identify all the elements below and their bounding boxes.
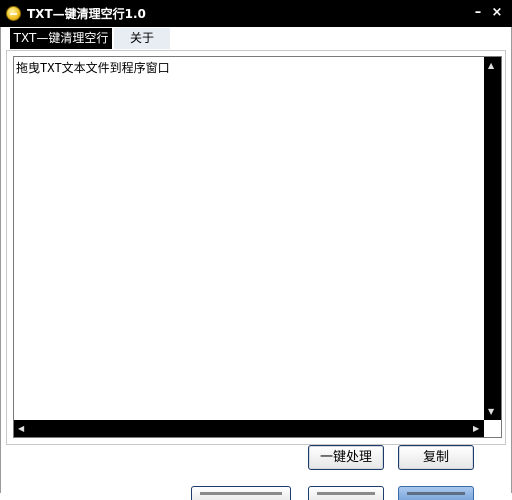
clipped-button[interactable]	[308, 486, 384, 500]
window-client-area: TXT—键清理空行 关于 拖曳TXT文本文件到程序窗口 ▲ ▼ ◀ ▶ 一键处理…	[0, 27, 512, 500]
editor-text: 拖曳TXT文本文件到程序窗口	[16, 61, 170, 75]
app-icon	[6, 6, 21, 21]
tab-main[interactable]: TXT—键清理空行	[10, 28, 112, 49]
text-editor[interactable]: 拖曳TXT文本文件到程序窗口 ▲ ▼ ◀ ▶	[13, 56, 502, 438]
scroll-left-icon[interactable]: ◀	[18, 424, 24, 434]
minimize-icon[interactable]: –	[470, 4, 486, 22]
process-button[interactable]: 一键处理	[308, 445, 384, 470]
title-bar[interactable]: TXT—键清理空行1.0 – ×	[0, 0, 512, 27]
scroll-up-icon[interactable]: ▲	[488, 61, 494, 71]
tab-panel: 拖曳TXT文本文件到程序窗口 ▲ ▼ ◀ ▶	[6, 50, 506, 445]
clipped-button[interactable]	[398, 486, 474, 500]
vertical-scrollbar[interactable]: ▲ ▼	[484, 57, 501, 421]
window-title: TXT—键清理空行1.0	[27, 7, 146, 21]
tab-about[interactable]: 关于	[114, 28, 170, 49]
close-icon[interactable]: ×	[489, 4, 505, 22]
horizontal-scrollbar[interactable]: ◀ ▶	[14, 420, 484, 437]
scroll-corner	[484, 420, 501, 437]
scroll-down-icon[interactable]: ▼	[488, 407, 494, 417]
copy-button[interactable]: 复制	[398, 445, 474, 470]
clipped-button[interactable]	[191, 486, 291, 500]
scroll-right-icon[interactable]: ▶	[473, 424, 479, 434]
